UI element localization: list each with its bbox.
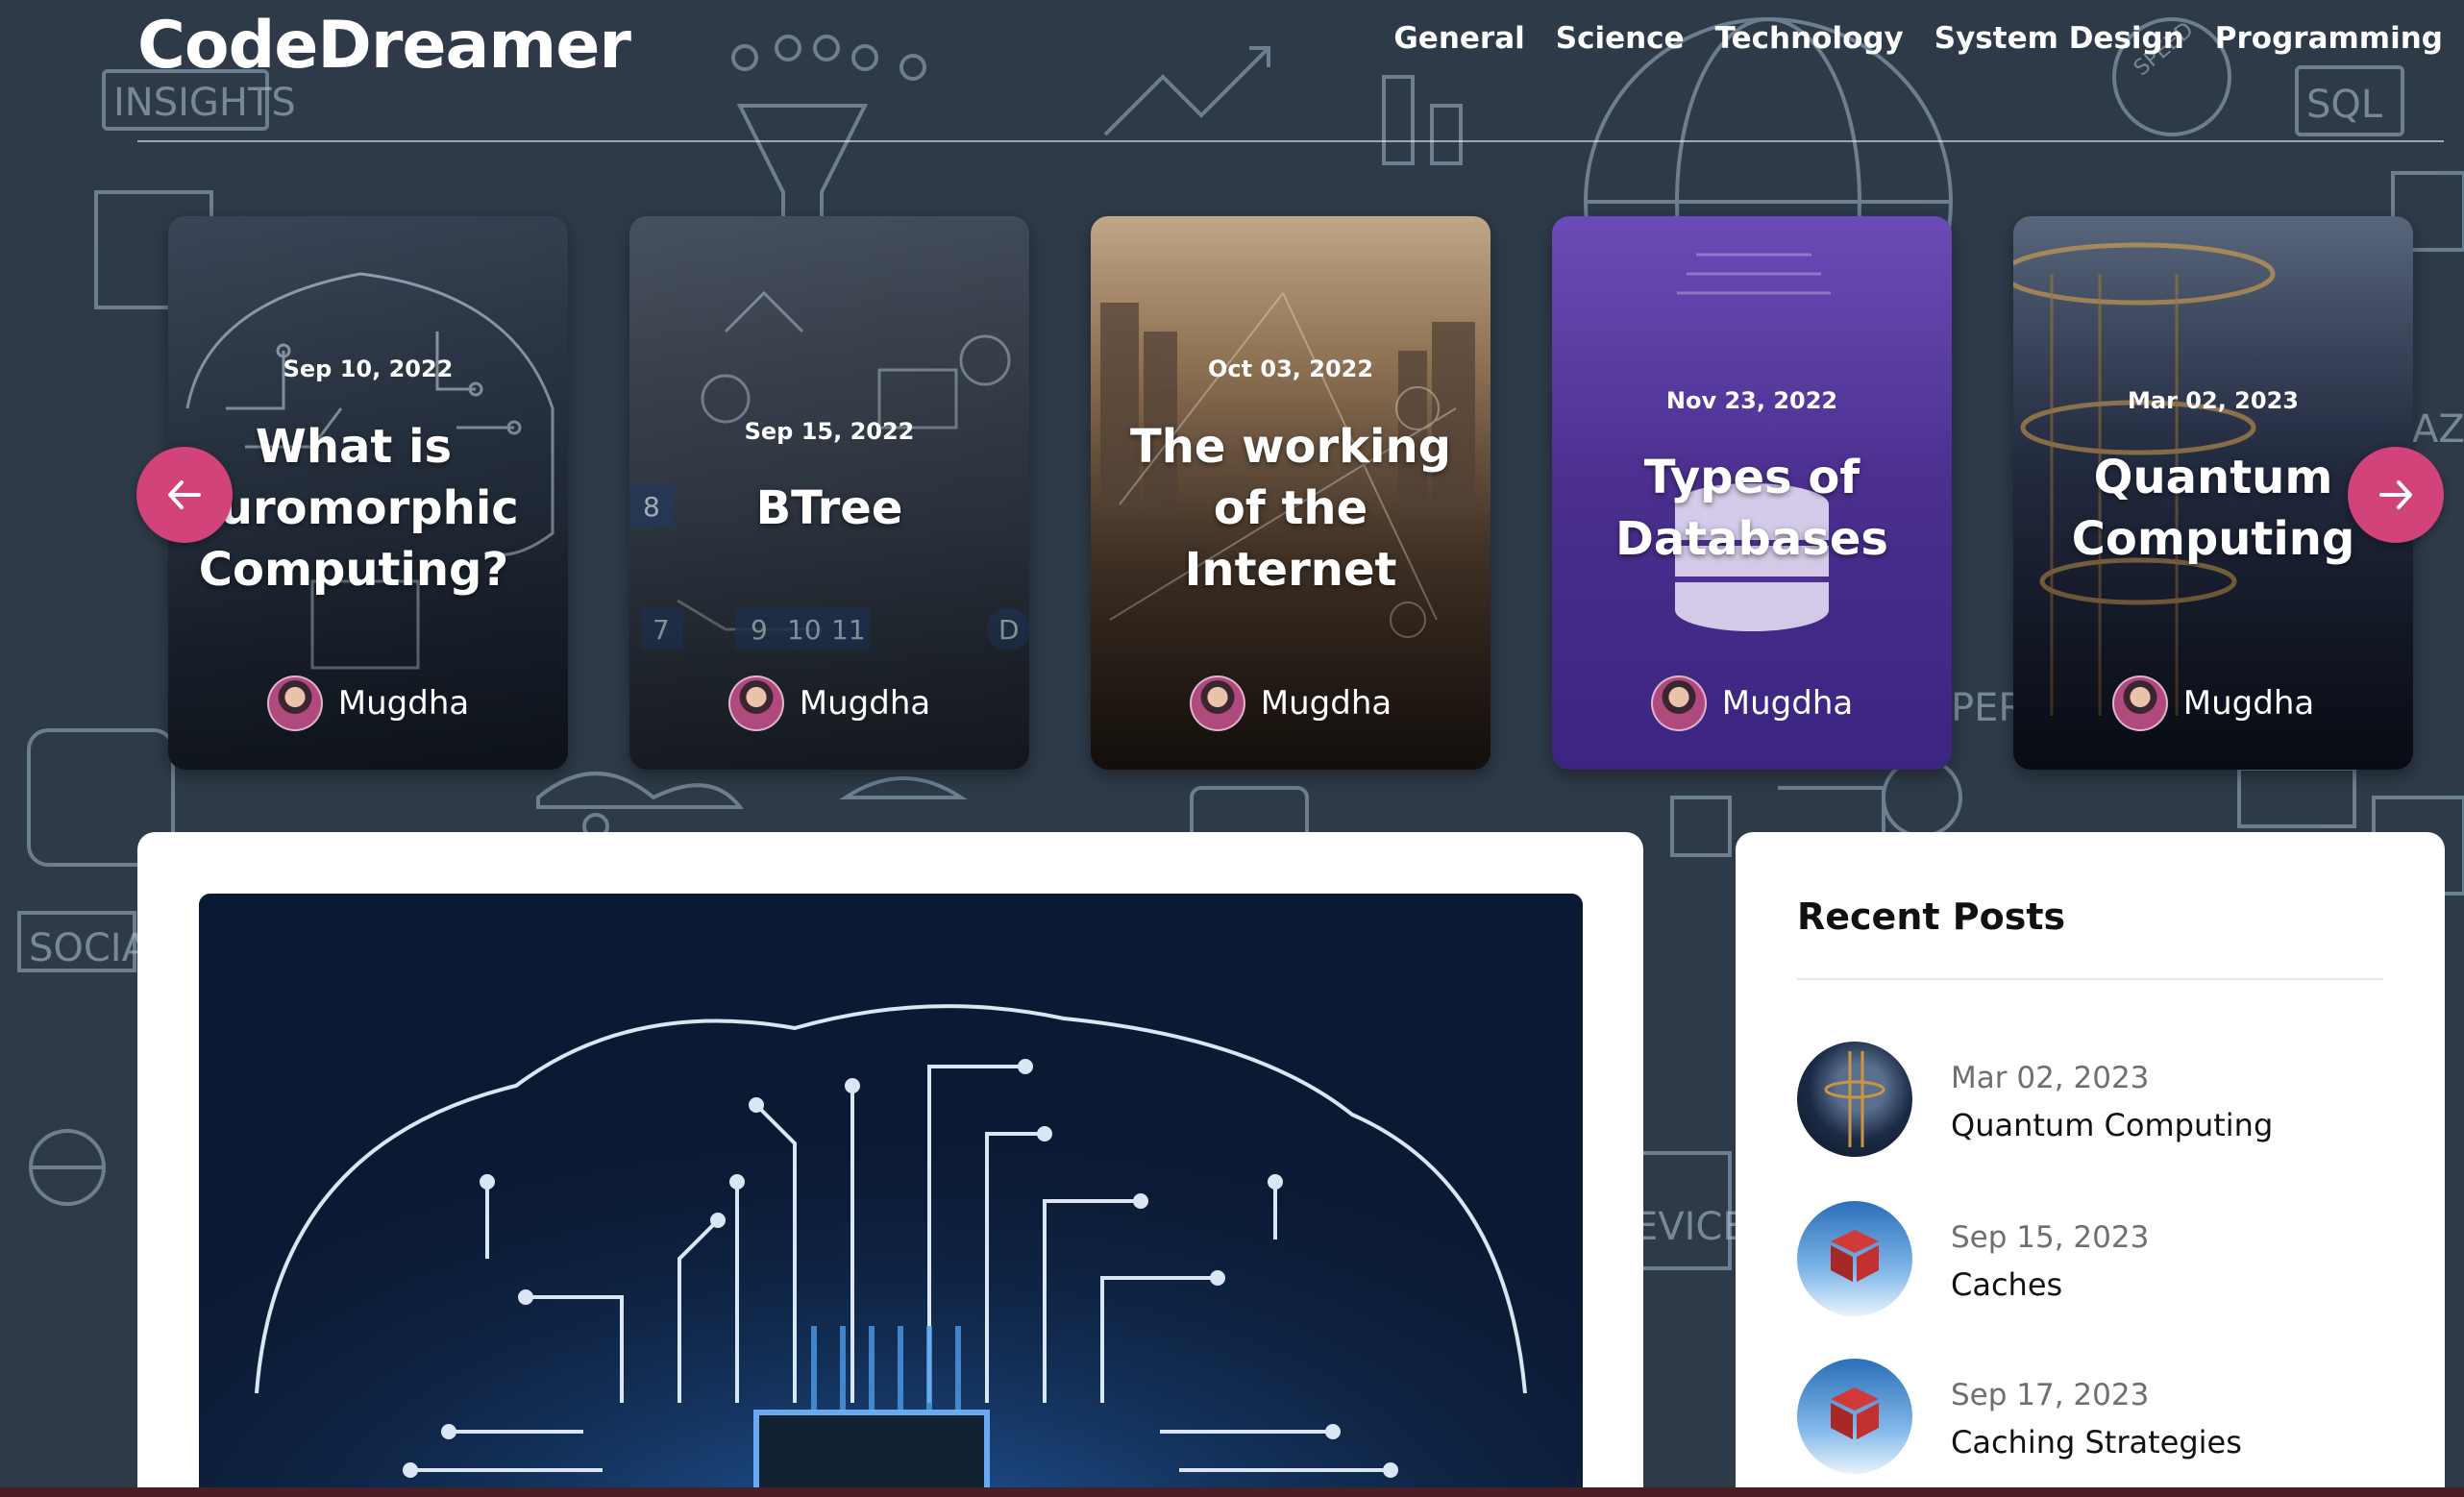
avatar [1650,675,1707,731]
doodle-text-evice: EVICE [1634,1205,1747,1249]
recent-post-date: Sep 15, 2023 [1951,1220,2150,1255]
main-article-panel [137,832,1643,1497]
avatar [727,675,784,731]
nav-item-science[interactable]: Science [1556,21,1685,56]
carousel-prev-button[interactable] [136,447,233,543]
recent-post-item[interactable]: Mar 02, 2023 Quantum Computing [1797,1042,2393,1161]
card-date: Oct 03, 2022 [1207,356,1374,382]
recent-post-item[interactable]: Sep 17, 2023 Caching Strategies [1797,1359,2393,1478]
carousel-card-databases[interactable]: Nov 23, 2022 Types of Databases Mugdha [1552,216,1952,770]
card-title: The working of the Internet [1129,420,1452,597]
avatar [266,675,323,731]
card-date: Nov 23, 2022 [1665,387,1838,414]
card-author: Mugdha [168,675,568,731]
avatar [1189,675,1245,731]
card-date: Sep 15, 2022 [744,418,915,445]
nav-item-general[interactable]: General [1393,21,1524,56]
recent-posts-sidebar: Recent Posts Mar 02, 2023 Quantum Comput… [1736,832,2445,1497]
card-author: Mugdha [1552,675,1952,731]
arrow-left-icon [168,480,201,509]
sidebar-title: Recent Posts [1797,896,2066,938]
site-header: CodeDreamer General Science Technology S… [0,0,2464,144]
nav-item-system-design[interactable]: System Design [1934,21,2184,56]
recent-post-date: Mar 02, 2023 [1951,1061,2150,1095]
card-title: Quantum Computing [2071,451,2355,566]
recent-post-title[interactable]: Caches [1951,1266,2062,1303]
card-author: Mugdha [1091,675,1491,731]
recent-post-title[interactable]: Quantum Computing [1951,1107,2273,1143]
card-title: BTree [755,481,903,535]
card-title: Types of Databases [1614,451,1888,566]
card-date: Sep 10, 2022 [283,356,454,382]
main-nav: General Science Technology System Design… [1393,21,2443,56]
redis-cube-icon [1831,1387,1879,1439]
carousel-card-internet[interactable]: Oct 03, 2022 The working of the Internet… [1091,216,1491,770]
recent-post-date: Sep 17, 2023 [1951,1378,2150,1412]
bottom-edge-strip [0,1487,2464,1497]
sidebar-divider [1797,978,2383,980]
recent-post-thumbnail [1797,1042,1912,1157]
arrow-right-icon [2379,480,2412,509]
redis-cube-icon [1831,1230,1879,1282]
header-divider [137,140,2444,142]
site-logo[interactable]: CodeDreamer [137,8,631,84]
avatar [2111,675,2168,731]
recent-post-title[interactable]: Caching Strategies [1951,1424,2242,1460]
circuit-brain-hero-image [199,894,1583,1497]
card-date: Mar 02, 2023 [2128,387,2299,414]
carousel-next-button[interactable] [2348,447,2444,543]
featured-carousel: Sep 10, 2022 What is euromorphic Computi… [0,216,2464,773]
carousel-card-btree[interactable]: 8 7 9 10 11 D Sep 15, 2022 BTree M [629,216,1029,770]
recent-post-item[interactable]: Sep 15, 2023 Caches [1797,1201,2393,1320]
article-hero-image[interactable] [199,894,1583,1497]
nav-item-programming[interactable]: Programming [2215,21,2443,56]
card-author: Mugdha [2013,675,2413,731]
nav-item-technology[interactable]: Technology [1715,21,1904,56]
card-author: Mugdha [629,675,1029,731]
recent-post-thumbnail [1797,1359,1912,1474]
recent-post-thumbnail [1797,1201,1912,1316]
